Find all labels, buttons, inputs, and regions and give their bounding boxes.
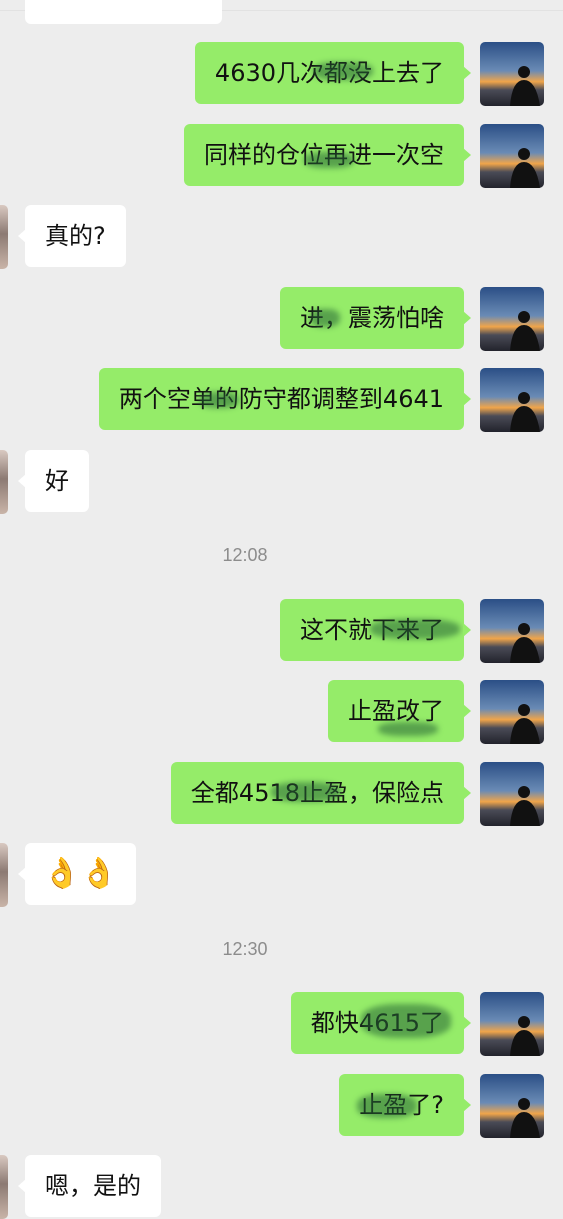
ok-hand-emoji-icon: 👌👌 [43,856,118,891]
my-avatar[interactable] [480,762,544,826]
timestamp: 12:08 [222,545,268,565]
sunset-silhouette-avatar-icon [480,762,544,826]
partial-avatar-icon[interactable] [0,205,8,269]
sunset-silhouette-avatar-icon [480,1074,544,1138]
message-text: 好 [45,467,69,495]
message-bubble-sent[interactable]: 同样的仓位再进一次空 [184,124,471,186]
message-bubble-received[interactable]: 👌👌 [18,843,136,905]
my-avatar[interactable] [480,599,544,663]
message-text: 4630几次都没上去了 [214,59,444,87]
sunset-silhouette-avatar-icon [480,124,544,188]
my-avatar[interactable] [480,992,544,1056]
my-avatar[interactable] [480,680,544,744]
partial-avatar-icon[interactable] [0,1155,8,1219]
sunset-silhouette-avatar-icon [480,992,544,1056]
message-bubble-sent[interactable]: 止盈改了 [328,680,471,742]
timestamp: 12:30 [222,939,268,959]
message-text: 同样的仓位再进一次空 [204,141,444,169]
message-text: 真的? [45,222,106,250]
message-bubble-received[interactable]: 真的? [18,205,126,267]
message-text: 这不就下来了 [300,616,444,644]
sunset-silhouette-avatar-icon [480,287,544,351]
message-text: 全都4518止盈，保险点 [190,779,444,807]
message-bubble-sent[interactable]: 4630几次都没上去了 [194,42,472,104]
sunset-silhouette-avatar-icon [480,368,544,432]
message-bubble-sent[interactable]: 全都4518止盈，保险点 [170,762,472,824]
message-text: 都快4615了 [310,1009,444,1037]
message-bubble-sent[interactable]: 都快4615了 [290,992,472,1054]
my-avatar[interactable] [480,42,544,106]
message-bubble-received[interactable]: 嗯，是的 [18,1155,161,1217]
my-avatar[interactable] [480,124,544,188]
my-avatar[interactable] [480,368,544,432]
message-text: 止盈了? [359,1091,444,1119]
message-text: 两个空单的防守都调整到4641 [118,385,444,413]
sunset-silhouette-avatar-icon [480,42,544,106]
message-bubble-sent[interactable]: 这不就下来了 [280,599,471,661]
chat-area[interactable]: 4630几次都没上去了 同样的仓位再进一次空 真的? 进，震荡怕啥 两个空单的防… [0,0,563,1219]
partial-avatar-icon[interactable] [0,450,8,514]
partial-avatar-icon[interactable] [0,843,8,907]
message-bubble-sent[interactable]: 两个空单的防守都调整到4641 [98,368,472,430]
message-text: 止盈改了 [348,697,444,725]
message-bubble-partial[interactable] [25,0,222,24]
message-bubble-sent[interactable]: 止盈了? [339,1074,471,1136]
sunset-silhouette-avatar-icon [480,599,544,663]
message-bubble-received[interactable]: 好 [18,450,89,512]
message-bubble-sent[interactable]: 进，震荡怕啥 [280,287,471,349]
my-avatar[interactable] [480,1074,544,1138]
message-text: 进，震荡怕啥 [300,304,444,332]
message-text: 嗯，是的 [45,1172,141,1200]
sunset-silhouette-avatar-icon [480,680,544,744]
my-avatar[interactable] [480,287,544,351]
